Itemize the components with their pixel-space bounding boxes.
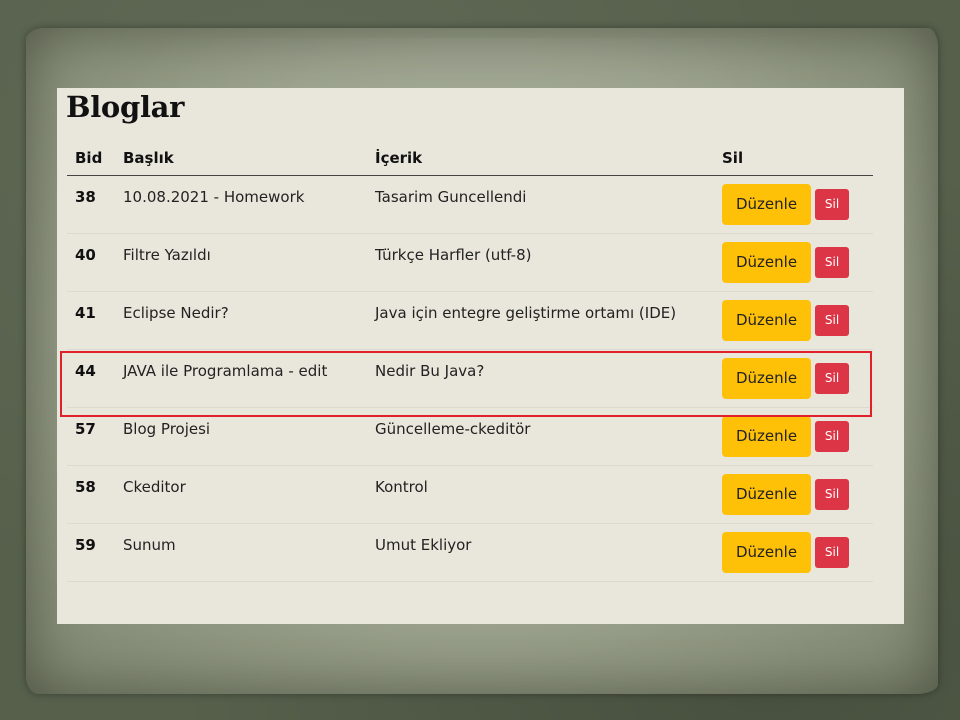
- edit-button[interactable]: Düzenle: [722, 358, 812, 399]
- edit-button[interactable]: Düzenle: [722, 242, 812, 283]
- column-header-content: İçerik: [367, 141, 714, 176]
- edit-button[interactable]: Düzenle: [722, 474, 812, 515]
- row-bid: 58: [67, 465, 115, 524]
- row-actions: Düzenle Sil: [714, 523, 873, 582]
- table-row: 38 10.08.2021 - Homework Tasarim Guncell…: [67, 175, 873, 234]
- row-content: Kontrol: [367, 465, 714, 524]
- table-row: 44 JAVA ile Programlama - edit Nedir Bu …: [67, 349, 873, 408]
- page-title: Bloglar: [66, 90, 185, 124]
- row-content: Umut Ekliyor: [367, 523, 714, 582]
- row-content: Java için entegre geliştirme ortamı (IDE…: [367, 291, 714, 350]
- delete-button[interactable]: Sil: [815, 305, 850, 336]
- row-bid: 59: [67, 523, 115, 582]
- row-bid: 41: [67, 291, 115, 350]
- row-actions: Düzenle Sil: [714, 233, 873, 292]
- blog-panel: Bloglar Bid Başlık İçerik Sil 38 10.08.2…: [57, 88, 904, 624]
- row-bid: 40: [67, 233, 115, 292]
- row-actions: Düzenle Sil: [714, 291, 873, 350]
- table-header-row: Bid Başlık İçerik Sil: [67, 141, 873, 176]
- row-actions: Düzenle Sil: [714, 349, 873, 408]
- row-content: Güncelleme-ckeditör: [367, 407, 714, 466]
- row-bid: 44: [67, 349, 115, 408]
- row-actions: Düzenle Sil: [714, 465, 873, 524]
- row-title: Eclipse Nedir?: [115, 291, 367, 350]
- edit-button[interactable]: Düzenle: [722, 416, 812, 457]
- row-content: Nedir Bu Java?: [367, 349, 714, 408]
- edit-button[interactable]: Düzenle: [722, 300, 812, 341]
- column-header-delete: Sil: [714, 141, 873, 176]
- column-header-bid: Bid: [67, 141, 115, 176]
- table-row: 59 Sunum Umut Ekliyor Düzenle Sil: [67, 523, 873, 582]
- table-row: 40 Filtre Yazıldı Türkçe Harfler (utf-8)…: [67, 233, 873, 292]
- row-title: 10.08.2021 - Homework: [115, 175, 367, 234]
- row-title: Sunum: [115, 523, 367, 582]
- row-content: Türkçe Harfler (utf-8): [367, 233, 714, 292]
- table-row: 41 Eclipse Nedir? Java için entegre geli…: [67, 291, 873, 350]
- edit-button[interactable]: Düzenle: [722, 532, 812, 573]
- row-bid: 57: [67, 407, 115, 466]
- row-actions: Düzenle Sil: [714, 407, 873, 466]
- delete-button[interactable]: Sil: [815, 247, 850, 278]
- row-actions: Düzenle Sil: [714, 175, 873, 234]
- blog-table: Bid Başlık İçerik Sil 38 10.08.2021 - Ho…: [67, 141, 873, 582]
- row-title: Filtre Yazıldı: [115, 233, 367, 292]
- row-title: Blog Projesi: [115, 407, 367, 466]
- row-bid: 38: [67, 175, 115, 234]
- column-header-title: Başlık: [115, 141, 367, 176]
- row-content: Tasarim Guncellendi: [367, 175, 714, 234]
- row-title: Ckeditor: [115, 465, 367, 524]
- row-title: JAVA ile Programlama - edit: [115, 349, 367, 408]
- delete-button[interactable]: Sil: [815, 363, 850, 394]
- table-row: 58 Ckeditor Kontrol Düzenle Sil: [67, 465, 873, 524]
- delete-button[interactable]: Sil: [815, 189, 850, 220]
- delete-button[interactable]: Sil: [815, 421, 850, 452]
- delete-button[interactable]: Sil: [815, 537, 850, 568]
- edit-button[interactable]: Düzenle: [722, 184, 812, 225]
- delete-button[interactable]: Sil: [815, 479, 850, 510]
- table-row: 57 Blog Projesi Güncelleme-ckeditör Düze…: [67, 407, 873, 466]
